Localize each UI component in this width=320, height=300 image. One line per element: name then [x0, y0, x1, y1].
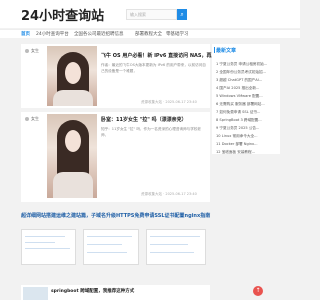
sidebar-item[interactable]: 4 国产AI 2025 推出全新...	[216, 84, 278, 92]
main-nav: 首页 24小时查询平台 全国各公司最近招聘信息 部署教程大全 零基础学习	[0, 29, 300, 38]
sidebar-item[interactable]: 3 超越 ChatGPT 的国产AI...	[216, 76, 278, 84]
sidebar-item[interactable]: 2 全国年份公务员考试初始招...	[216, 68, 278, 76]
article-meta: 资源收集大站 · 2025-06-17 23:40	[141, 192, 197, 196]
search-icon[interactable]: ⌕	[177, 9, 187, 20]
sidebar-item[interactable]: 11 Docker 部署 Nginx...	[216, 140, 278, 148]
sidebar-item[interactable]: 1 宁夏公务员 申请公租房初始...	[216, 60, 278, 68]
arrow-up-icon[interactable]: ↑	[253, 286, 263, 296]
sidebar-heading-accent	[214, 47, 215, 53]
screenshot-image	[21, 229, 76, 265]
article-thumbnail[interactable]	[23, 287, 48, 300]
card-tag: 女生	[25, 48, 39, 54]
nav-item-tutorials[interactable]: 部署教程大全	[135, 31, 162, 37]
article-screenshots	[21, 229, 210, 265]
sidebar-heading: 最新文章	[216, 48, 237, 54]
article-title[interactable]: springboot 跨域配置，我推荐这种方式	[51, 288, 134, 294]
search-input[interactable]: 输入搜索	[126, 9, 177, 20]
card-tag: 女生	[25, 116, 39, 122]
article-thumbnail[interactable]	[47, 46, 97, 106]
article-title[interactable]: 飞牛 OS 用户必看！新 IPv6 直接访问 NAS，再见 D...	[101, 52, 228, 59]
article-thumbnail[interactable]	[47, 114, 97, 198]
sidebar-item[interactable]: 6 无需购买 服务器 部署网站...	[216, 100, 278, 108]
nav-item-learning[interactable]: 零基础学习	[166, 31, 189, 37]
article-excerpt: 作者：最近的飞牛OS大版本更新为 IPv6 的用户带来，以前访问自己的设备是一个…	[101, 63, 206, 73]
article-card[interactable]: 女生 飞牛 OS 用户必看！新 IPv6 直接访问 NAS，再见 D... 作者…	[21, 44, 228, 108]
nav-item-platform[interactable]: 24小时查询平台	[36, 31, 69, 37]
nav-item-home[interactable]: 首页	[21, 31, 30, 37]
article-excerpt: 知乎：11岁女生 "拉" 吗，作为一名资深的心理咨询师与学校老师，	[101, 127, 202, 137]
sidebar-item[interactable]: 8 SpringBoot 3 跨域配置...	[216, 116, 278, 124]
sidebar-item[interactable]: 10 Linux 常用命令大全...	[216, 132, 278, 140]
article-card[interactable]: 女生 卧室：11岁女生 "拉" 吗（漂漂亲克） 知乎：11岁女生 "拉" 吗，作…	[21, 112, 210, 202]
sidebar-item[interactable]: 7 如何免费申请 SSL 证书...	[216, 108, 278, 116]
sidebar-latest: 最新文章 1 宁夏公务员 申请公租房初始... 2 全国年份公务员考试初始招..…	[212, 44, 280, 154]
sidebar-item[interactable]: 12 宝塔面板 安装教程...	[216, 148, 278, 156]
sidebar-item[interactable]: 9 宁夏公务员 2025 公告...	[216, 124, 278, 132]
article-title[interactable]: 卧室：11岁女生 "拉" 吗（漂漂亲克）	[101, 116, 187, 123]
nav-item-jobs[interactable]: 全国各公司最近招聘信息	[74, 31, 124, 37]
screenshot-image	[146, 229, 206, 265]
featured-headline[interactable]: 超详细网站搭建运维之建站篇，子域名升级HTTPS免费申请SSL证书配置nginx…	[21, 212, 210, 219]
site-logo[interactable]: 24小时查询站	[21, 5, 104, 24]
top-bar: 24小时查询站 输入搜索 ⌕	[0, 0, 300, 28]
sidebar-item[interactable]: 5 Windows VMware 配置...	[216, 92, 278, 100]
sidebar-list: 1 宁夏公务员 申请公租房初始... 2 全国年份公务员考试初始招... 3 超…	[216, 60, 278, 156]
screenshot-image	[83, 229, 139, 265]
article-card[interactable]: springboot 跨域配置，我推荐这种方式	[21, 285, 210, 300]
article-meta: 资源收集大站 · 2025-06-17 23:40	[141, 100, 197, 104]
